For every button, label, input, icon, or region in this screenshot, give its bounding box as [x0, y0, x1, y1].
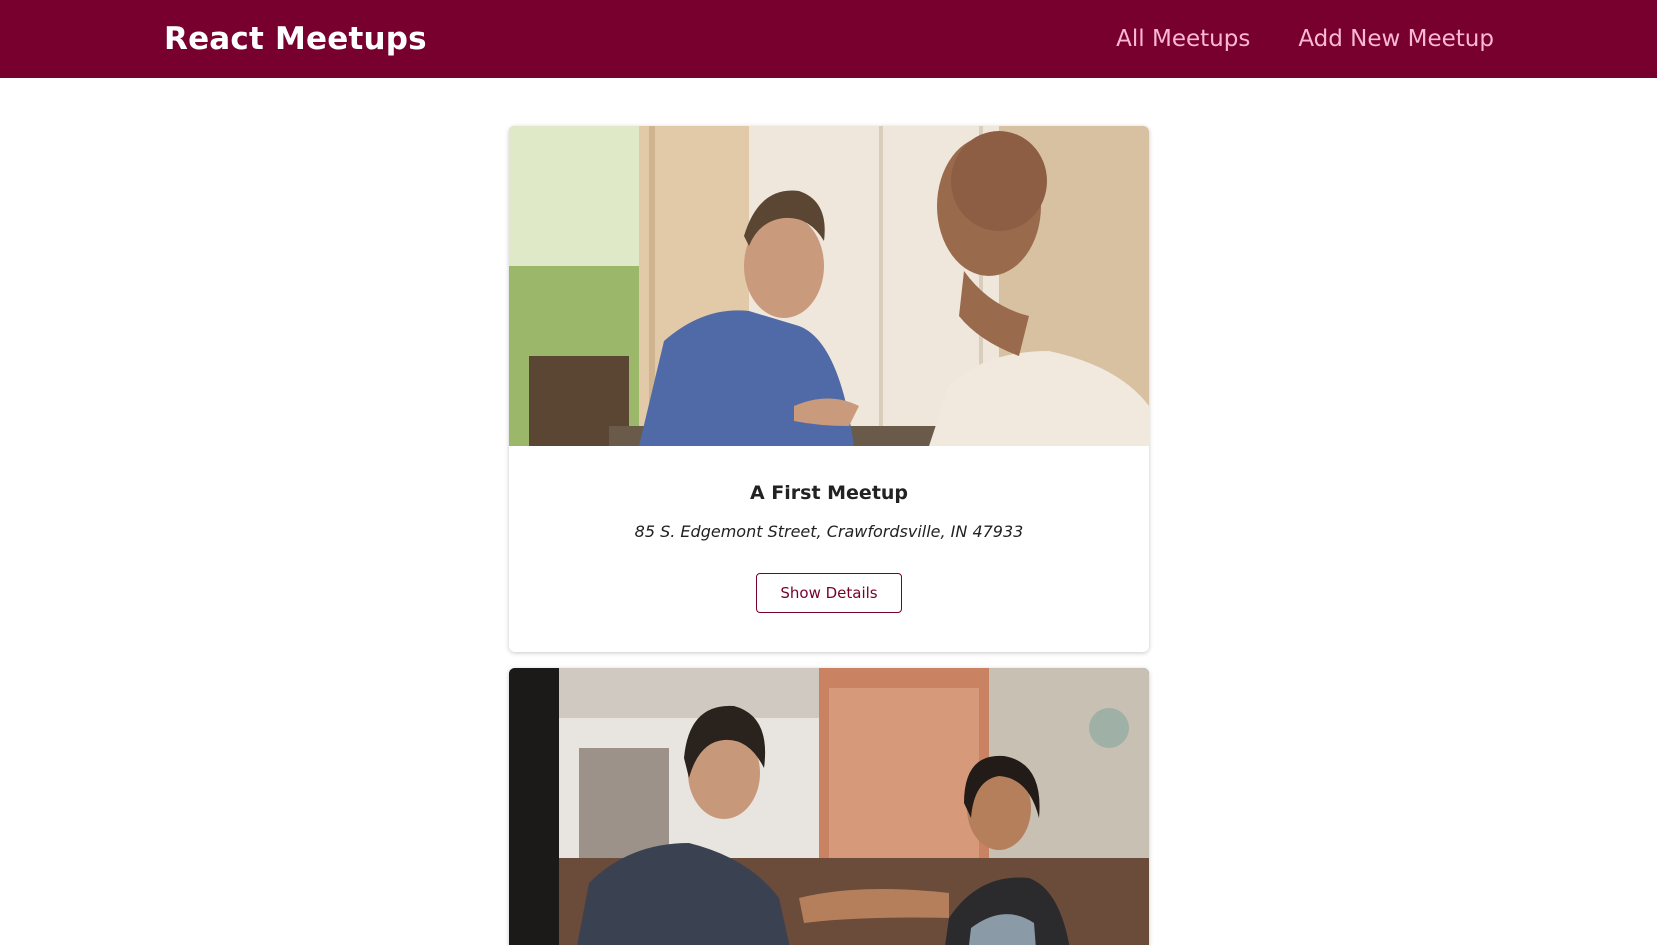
main-nav: All Meetups Add New Meetup	[1116, 26, 1494, 52]
nav-all-meetups[interactable]: All Meetups	[1116, 26, 1250, 52]
nav-add-new-meetup[interactable]: Add New Meetup	[1298, 26, 1494, 52]
meetup-photo-two-men	[509, 126, 1149, 446]
top-header: React Meetups All Meetups Add New Meetup	[0, 0, 1657, 78]
meetup-title: A First Meetup	[749, 482, 909, 504]
meetup-list: A First Meetup 85 S. Edgemont Street, Cr…	[509, 126, 1149, 945]
meetup-card	[509, 668, 1149, 945]
meetup-photo-cafe	[509, 668, 1149, 945]
meetup-image	[509, 668, 1149, 945]
show-details-button[interactable]: Show Details	[756, 573, 902, 613]
meetup-image	[509, 126, 1149, 446]
meetup-content: A First Meetup 85 S. Edgemont Street, Cr…	[509, 446, 1149, 652]
meetup-card: A First Meetup 85 S. Edgemont Street, Cr…	[509, 126, 1149, 652]
app-logo[interactable]: React Meetups	[164, 21, 427, 57]
meetup-address: 85 S. Edgemont Street, Crawfordsville, I…	[634, 522, 1024, 541]
